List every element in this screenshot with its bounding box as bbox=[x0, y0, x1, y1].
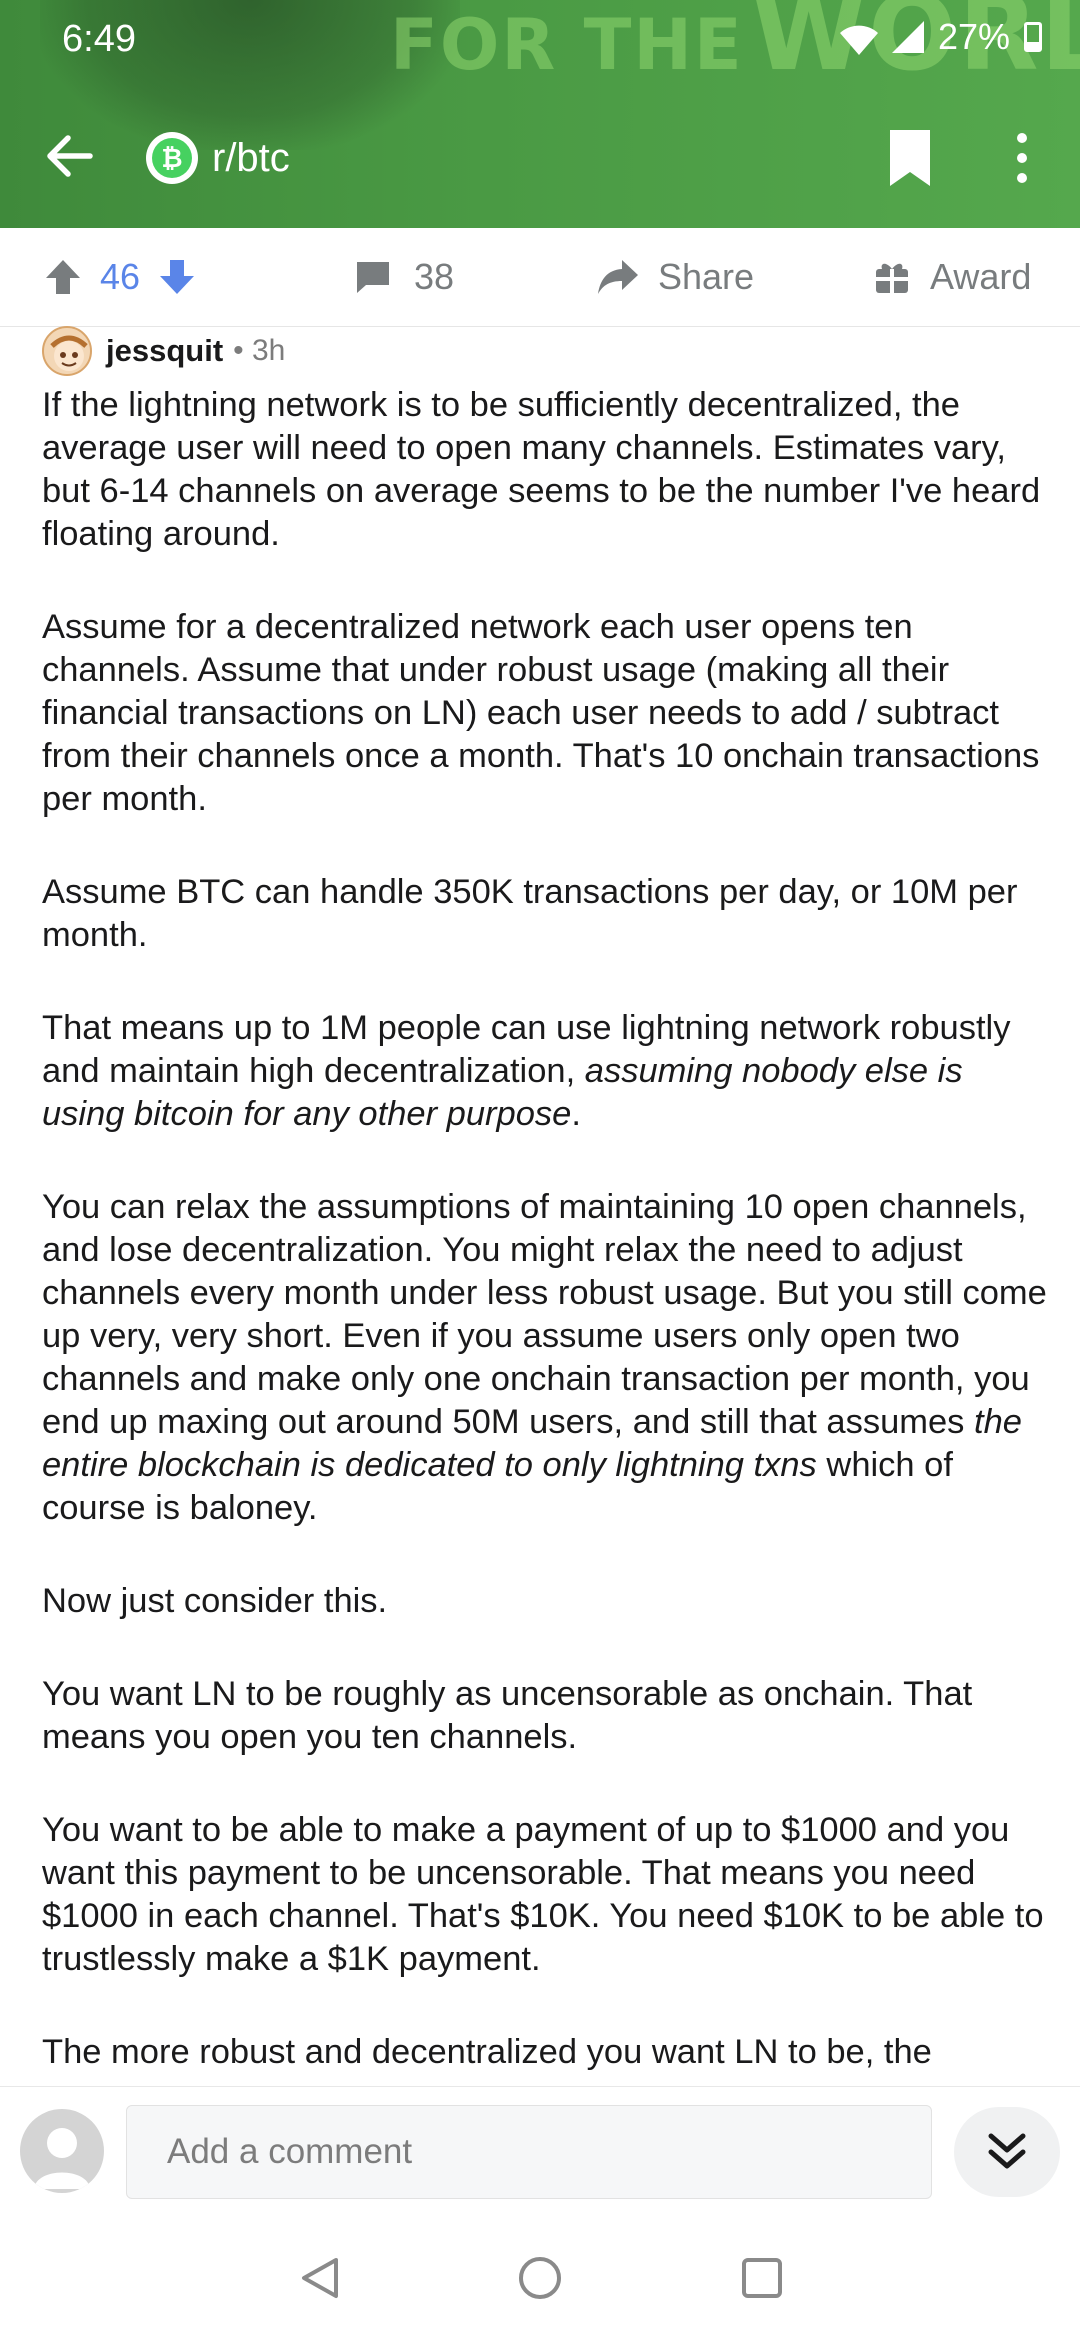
gift-icon bbox=[876, 263, 908, 293]
author-name[interactable]: jessquit bbox=[106, 333, 223, 369]
arrow-left-icon bbox=[47, 135, 93, 177]
circle-home-icon bbox=[519, 2257, 561, 2299]
post-paragraph-4: That means up to 1M people can use light… bbox=[42, 1007, 1052, 1136]
bookmark-button[interactable] bbox=[886, 128, 934, 188]
vote-group: 46 bbox=[44, 228, 196, 326]
subreddit-name[interactable]: r/btc bbox=[212, 132, 290, 184]
share-button[interactable]: Share bbox=[596, 228, 754, 326]
vote-count: 46 bbox=[100, 256, 141, 297]
comment-count: 38 bbox=[414, 256, 455, 297]
post-body: If the lightning network is to be suffic… bbox=[42, 384, 1052, 2124]
battery-icon bbox=[1024, 22, 1042, 52]
author-avatar[interactable] bbox=[42, 326, 92, 376]
post-paragraph-8: You want to be able to make a payment of… bbox=[42, 1811, 1044, 1978]
post-action-bar: 46 38 Share Award bbox=[0, 228, 1080, 327]
add-comment-input[interactable]: Add a comment bbox=[126, 2105, 932, 2199]
user-avatar-icon bbox=[34, 2128, 90, 2189]
p4-text-b: . bbox=[571, 1095, 581, 1133]
bitcoin-icon: ₿ bbox=[152, 138, 192, 178]
battery-percent: 27% bbox=[937, 16, 1010, 57]
system-navigation-bar bbox=[0, 2216, 1080, 2340]
post-paragraph-9: The more robust and decentralized you wa… bbox=[42, 2033, 932, 2071]
double-chevron-down-icon bbox=[988, 2133, 1026, 2169]
snoo-avatar-icon bbox=[50, 335, 88, 371]
share-icon bbox=[598, 260, 638, 294]
more-vertical-icon bbox=[1017, 133, 1027, 183]
wifi-icon bbox=[839, 22, 878, 55]
back-button[interactable] bbox=[42, 128, 98, 184]
signal-icon bbox=[891, 21, 924, 53]
nav-back-button[interactable] bbox=[290, 2248, 350, 2308]
post-paragraph-2: Assume for a decentralized network each … bbox=[42, 608, 1040, 818]
user-avatar[interactable] bbox=[20, 2109, 104, 2193]
more-options-button[interactable] bbox=[1004, 128, 1040, 188]
share-label: Share bbox=[658, 256, 755, 297]
status-time: 6:49 bbox=[62, 18, 136, 60]
post-paragraph-1: If the lightning network is to be suffic… bbox=[42, 386, 1041, 553]
post-paragraph-6: Now just consider this. bbox=[42, 1582, 388, 1620]
author-row: jessquit • 3h bbox=[42, 326, 285, 376]
nav-recents-button[interactable] bbox=[732, 2248, 792, 2308]
upvote-button[interactable] bbox=[44, 258, 82, 296]
subreddit-icon[interactable]: ₿ bbox=[146, 132, 198, 184]
upvote-icon bbox=[46, 260, 80, 294]
award-button[interactable]: Award bbox=[874, 228, 1031, 326]
post-age: • 3h bbox=[233, 334, 286, 367]
nav-home-button[interactable] bbox=[510, 2248, 570, 2308]
bookmark-icon bbox=[890, 130, 930, 186]
status-bar: 6:49 27% bbox=[0, 0, 1080, 80]
post-paragraph-3: Assume BTC can handle 350K transactions … bbox=[42, 873, 1018, 954]
comment-icon bbox=[357, 262, 389, 293]
comment-bar: Add a comment bbox=[0, 2086, 1080, 2217]
triangle-back-icon bbox=[302, 2258, 338, 2298]
status-icons: 27% bbox=[839, 16, 1042, 58]
p5-text-a: You can relax the assumptions of maintai… bbox=[42, 1188, 1047, 1441]
comments-button[interactable]: 38 bbox=[354, 228, 454, 326]
expand-comments-button[interactable] bbox=[954, 2107, 1060, 2197]
post-paragraph-5: You can relax the assumptions of maintai… bbox=[42, 1186, 1052, 1530]
square-recents-icon bbox=[742, 2258, 782, 2298]
post-paragraph-7: You want LN to be roughly as uncensorabl… bbox=[42, 1675, 973, 1756]
downvote-icon bbox=[160, 260, 195, 294]
award-label: Award bbox=[930, 256, 1032, 297]
toolbar: ₿ r/btc bbox=[0, 110, 1080, 200]
downvote-button[interactable] bbox=[158, 258, 196, 296]
post-header: FOR THE WORLD? 6:49 27% ₿ r/btc bbox=[0, 0, 1080, 228]
